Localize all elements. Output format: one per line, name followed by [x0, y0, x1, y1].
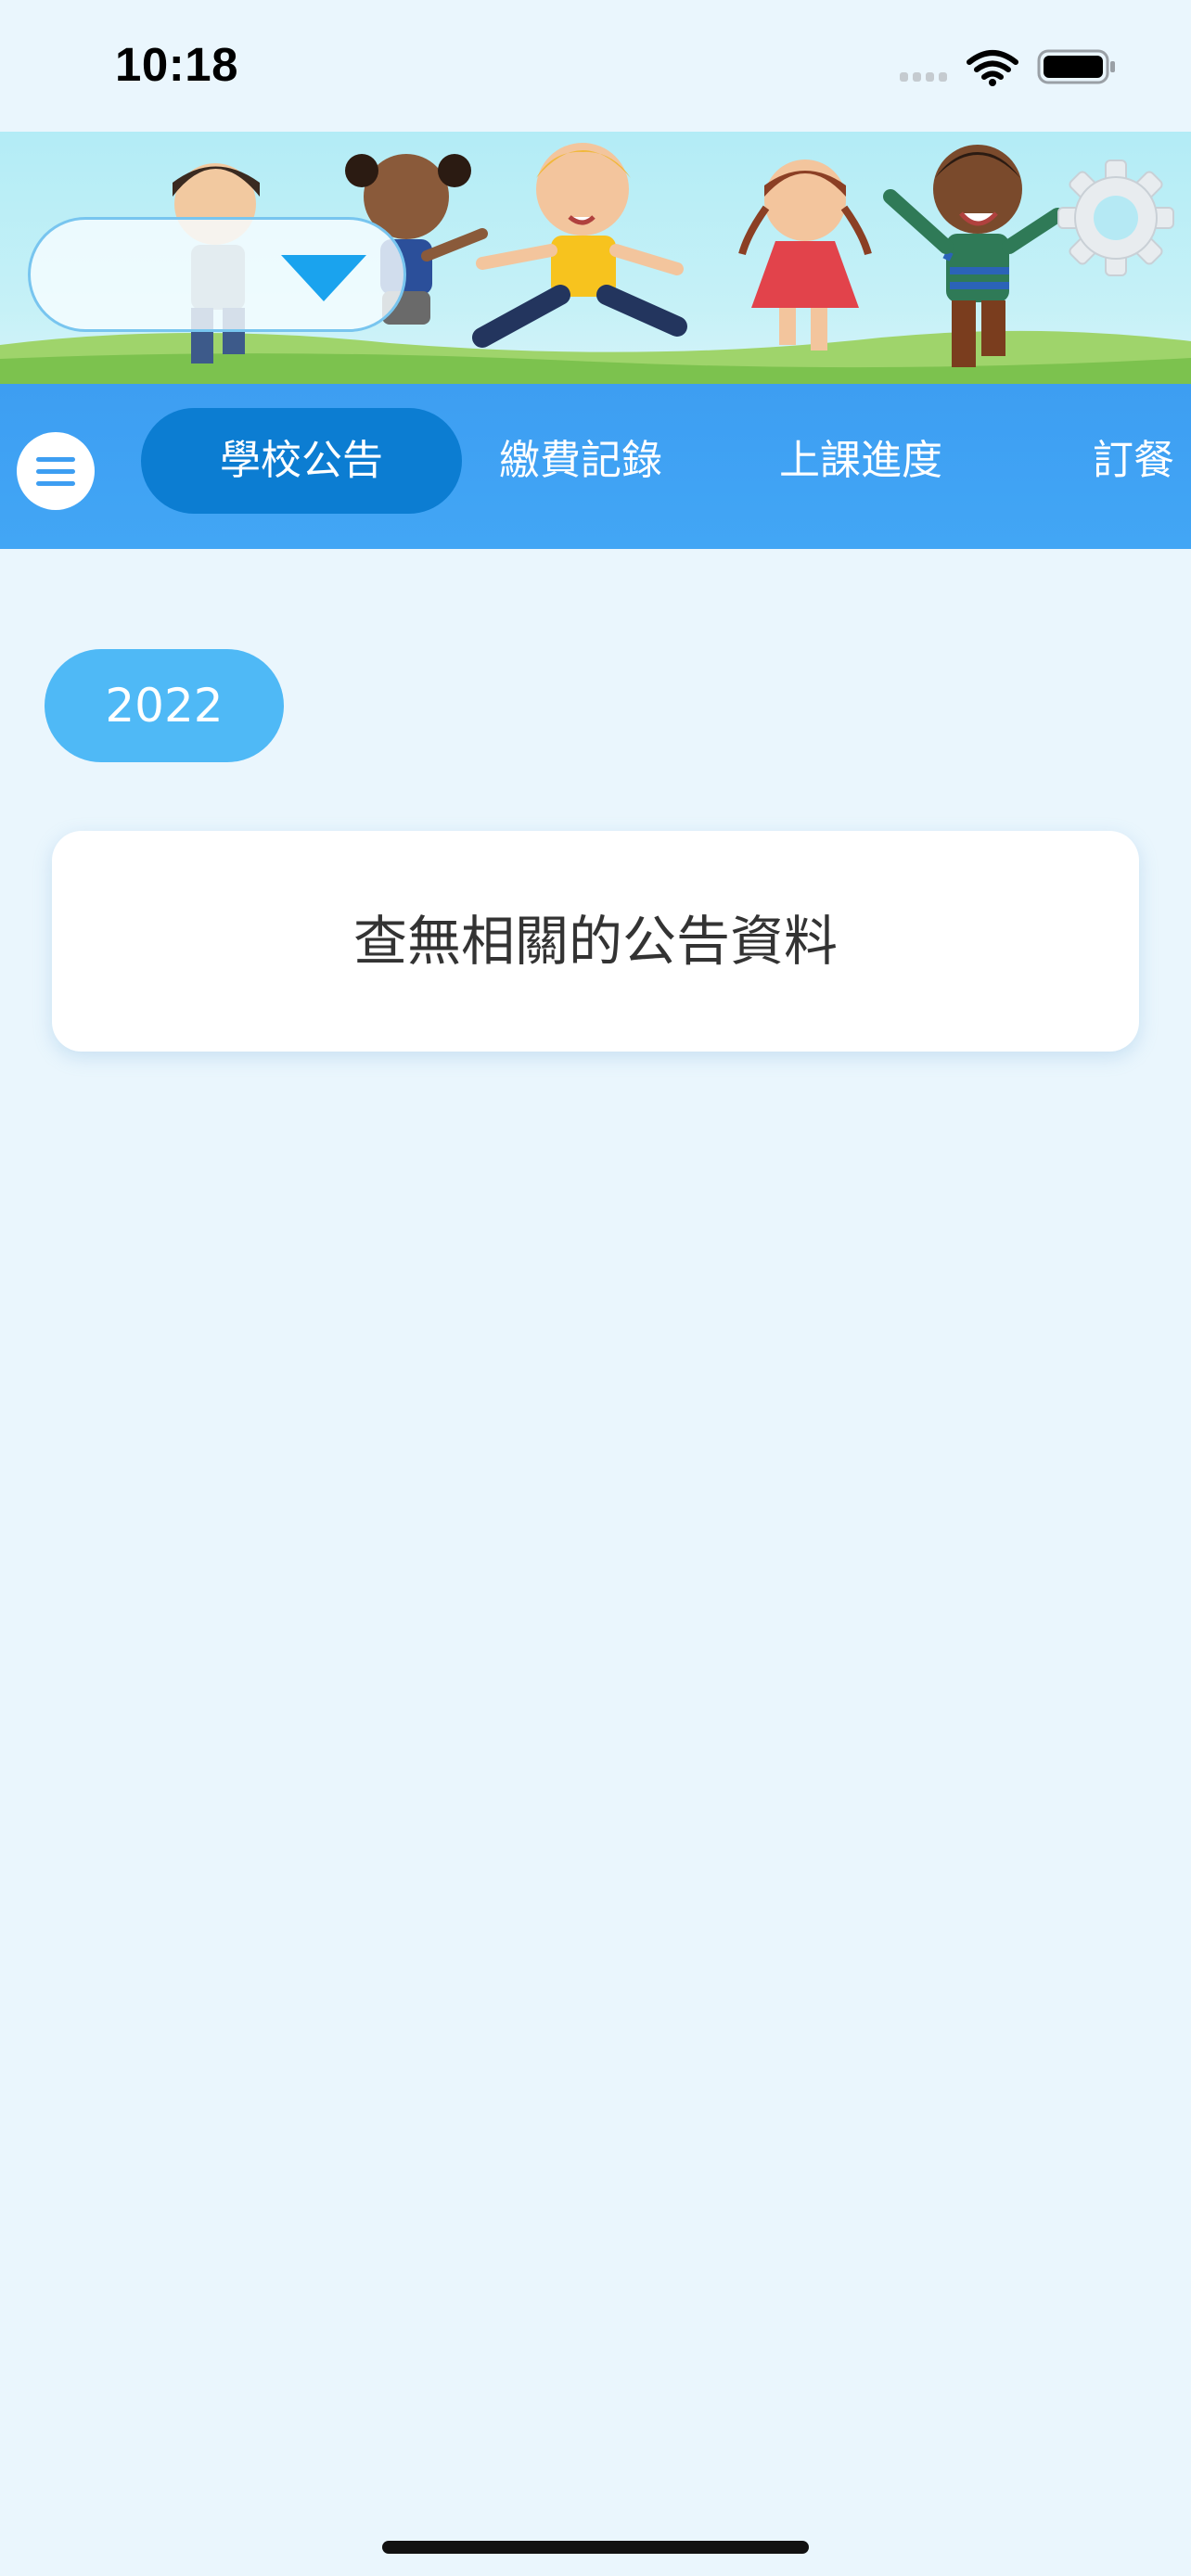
battery-icon [1037, 49, 1115, 84]
tab-payment-records[interactable]: 繳費記錄 [479, 408, 683, 514]
student-selector-dropdown[interactable] [28, 217, 406, 332]
hamburger-menu-icon[interactable] [17, 432, 95, 510]
status-icons [900, 49, 1115, 86]
wifi-icon [967, 50, 1018, 80]
home-indicator[interactable] [382, 2541, 809, 2554]
kid-3-figure [472, 143, 687, 348]
status-time: 10:18 [115, 38, 238, 91]
triangle-down-icon [281, 255, 366, 301]
empty-state-message: 查無相關的公告資料 [352, 910, 838, 973]
gear-icon[interactable] [1054, 156, 1178, 280]
wifi-icon-dot [989, 79, 996, 86]
tab-meal-order[interactable]: 訂餐 [1093, 408, 1191, 514]
status-bar: 10:18 [0, 0, 1191, 132]
cellular-signal-icon [900, 72, 947, 82]
tab-school-announcements[interactable]: 學校公告 [141, 408, 462, 514]
year-filter-chip[interactable]: 2022 [45, 649, 284, 762]
kid-4-figure [738, 159, 872, 351]
tab-class-progress[interactable]: 上課進度 [759, 408, 963, 514]
announcement-empty-card: 查無相關的公告資料 [52, 831, 1139, 1052]
